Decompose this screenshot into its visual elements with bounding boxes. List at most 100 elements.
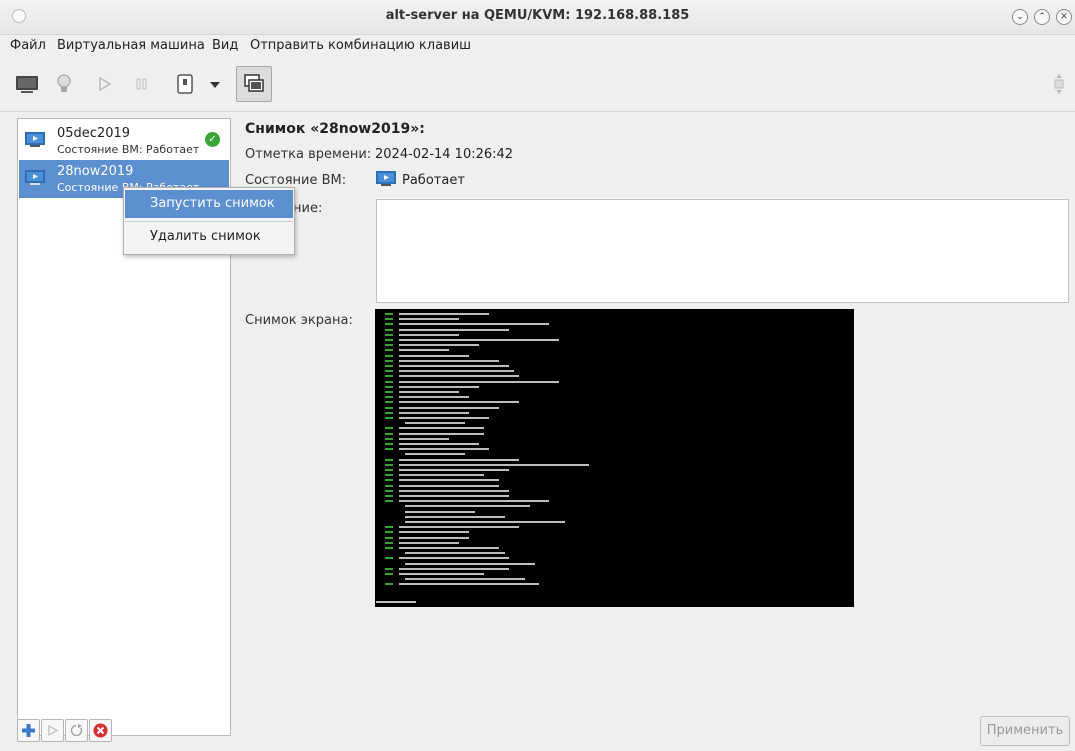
- description-textarea[interactable]: [376, 199, 1069, 303]
- snapshot-state: Состояние ВМ: Работает: [57, 143, 200, 156]
- console-line: [405, 578, 525, 581]
- console-ok-marker: [385, 474, 393, 477]
- console-ok-marker: [385, 354, 393, 357]
- console-line: [399, 323, 549, 326]
- console-line: [399, 427, 484, 430]
- console-line: [399, 411, 469, 414]
- add-snapshot-button[interactable]: [17, 719, 40, 742]
- console-ok-marker: [385, 323, 393, 326]
- refresh-icon: [70, 724, 83, 737]
- snapshot-item[interactable]: 05dec2019 Состояние ВМ: Работает ✓: [19, 122, 229, 160]
- close-icon[interactable]: ✕: [1056, 9, 1072, 25]
- pause-icon[interactable]: [133, 72, 151, 96]
- console-ok-marker: [385, 396, 393, 399]
- console-ok-marker: [385, 489, 393, 492]
- console-line: [399, 437, 449, 440]
- console-line: [399, 573, 484, 575]
- minimize-icon[interactable]: ⌄: [1012, 9, 1028, 25]
- console-ok-marker: [385, 531, 393, 534]
- run-snapshot-button[interactable]: [41, 719, 64, 742]
- console-ok-marker: [385, 401, 393, 404]
- console-line: [399, 443, 479, 445]
- snapshots-button[interactable]: [236, 66, 272, 102]
- console-line: [399, 385, 479, 388]
- timestamp-value: 2024-02-14 10:26:42: [375, 147, 514, 162]
- console-line: [399, 354, 469, 357]
- console-ok-marker: [385, 370, 393, 373]
- menu-vm[interactable]: Виртуальная машина: [57, 38, 205, 53]
- add-icon: [22, 724, 35, 737]
- console-line: [399, 458, 519, 461]
- console-line: [405, 453, 465, 456]
- delete-snapshot-label: Удалить снимок: [150, 229, 261, 244]
- maximize-icon[interactable]: ⌃: [1034, 9, 1050, 25]
- vm-state-value: Работает: [402, 173, 465, 188]
- delete-snapshot-menu-item[interactable]: Удалить снимок: [125, 223, 293, 251]
- console-line: [399, 339, 559, 341]
- console-line: [399, 365, 509, 367]
- console-line: [399, 479, 499, 482]
- delete-snapshot-button[interactable]: [89, 719, 112, 742]
- console-line: [399, 463, 589, 466]
- menu-view[interactable]: Вид: [212, 38, 238, 53]
- power-icon[interactable]: [175, 72, 195, 96]
- console-line: [399, 406, 499, 409]
- console-line: [405, 552, 505, 555]
- title-bar: alt-server на QEMU/KVM: 192.168.88.185 ⌄…: [0, 0, 1075, 35]
- dropdown-arrow-icon[interactable]: [208, 72, 222, 96]
- console-line: [399, 536, 469, 539]
- snapshots-icon: [244, 74, 264, 92]
- console-line: [399, 391, 459, 393]
- console-ok-marker: [385, 557, 393, 560]
- console-ok-marker: [385, 500, 393, 503]
- console-ok-marker: [385, 417, 393, 419]
- console-line: [405, 422, 465, 425]
- lightbulb-icon[interactable]: [54, 72, 74, 96]
- vm-icon: [25, 132, 45, 147]
- menu-file[interactable]: Файл: [10, 38, 46, 53]
- console-ok-marker: [385, 547, 393, 549]
- console-line: [399, 432, 484, 435]
- console-line: [399, 328, 509, 331]
- console-line: [399, 448, 489, 451]
- console-ok-marker: [385, 344, 393, 347]
- console-prompt: [376, 601, 416, 603]
- console-ok-marker: [385, 573, 393, 575]
- menu-separator: [125, 221, 293, 222]
- console-line: [399, 401, 519, 404]
- console-ok-marker: [385, 349, 393, 352]
- console-ok-marker: [385, 479, 393, 482]
- snapshot-title: Снимок «28now2019»:: [245, 121, 425, 137]
- console-line: [399, 313, 489, 315]
- console-line: [399, 495, 509, 497]
- console-ok-marker: [385, 333, 393, 336]
- run-snapshot-label: Запустить снимок: [150, 196, 275, 211]
- console-line: [399, 583, 539, 586]
- resize-icon[interactable]: [1050, 72, 1068, 96]
- console-ok-marker: [385, 484, 393, 487]
- console-ok-marker: [385, 385, 393, 388]
- vm-state-label: Состояние ВМ:: [245, 173, 347, 188]
- console-ok-marker: [385, 411, 393, 414]
- console-line: [405, 521, 565, 523]
- console-ok-marker: [385, 427, 393, 430]
- window-title: alt-server на QEMU/KVM: 192.168.88.185: [385, 8, 690, 23]
- console-ok-marker: [385, 391, 393, 393]
- run-snapshot-menu-item[interactable]: Запустить снимок: [125, 190, 293, 218]
- console-ok-marker: [385, 583, 393, 586]
- console-ok-marker: [385, 536, 393, 539]
- monitor-icon[interactable]: [14, 72, 40, 96]
- refresh-button[interactable]: [65, 719, 88, 742]
- timestamp-label: Отметка времени:: [245, 147, 372, 162]
- toolbar-divider: [0, 111, 1075, 112]
- console-ok-marker: [385, 437, 393, 440]
- vm-running-icon: [376, 171, 396, 186]
- console-ok-marker: [385, 448, 393, 451]
- apply-button[interactable]: Применить: [980, 716, 1070, 746]
- console-line: [399, 547, 499, 549]
- menu-send-keys[interactable]: Отправить комбинацию клавиш: [250, 38, 471, 53]
- play-icon[interactable]: [96, 72, 114, 96]
- console-line: [399, 349, 449, 352]
- snapshot-screenshot: [375, 309, 854, 607]
- console-line: [399, 359, 499, 362]
